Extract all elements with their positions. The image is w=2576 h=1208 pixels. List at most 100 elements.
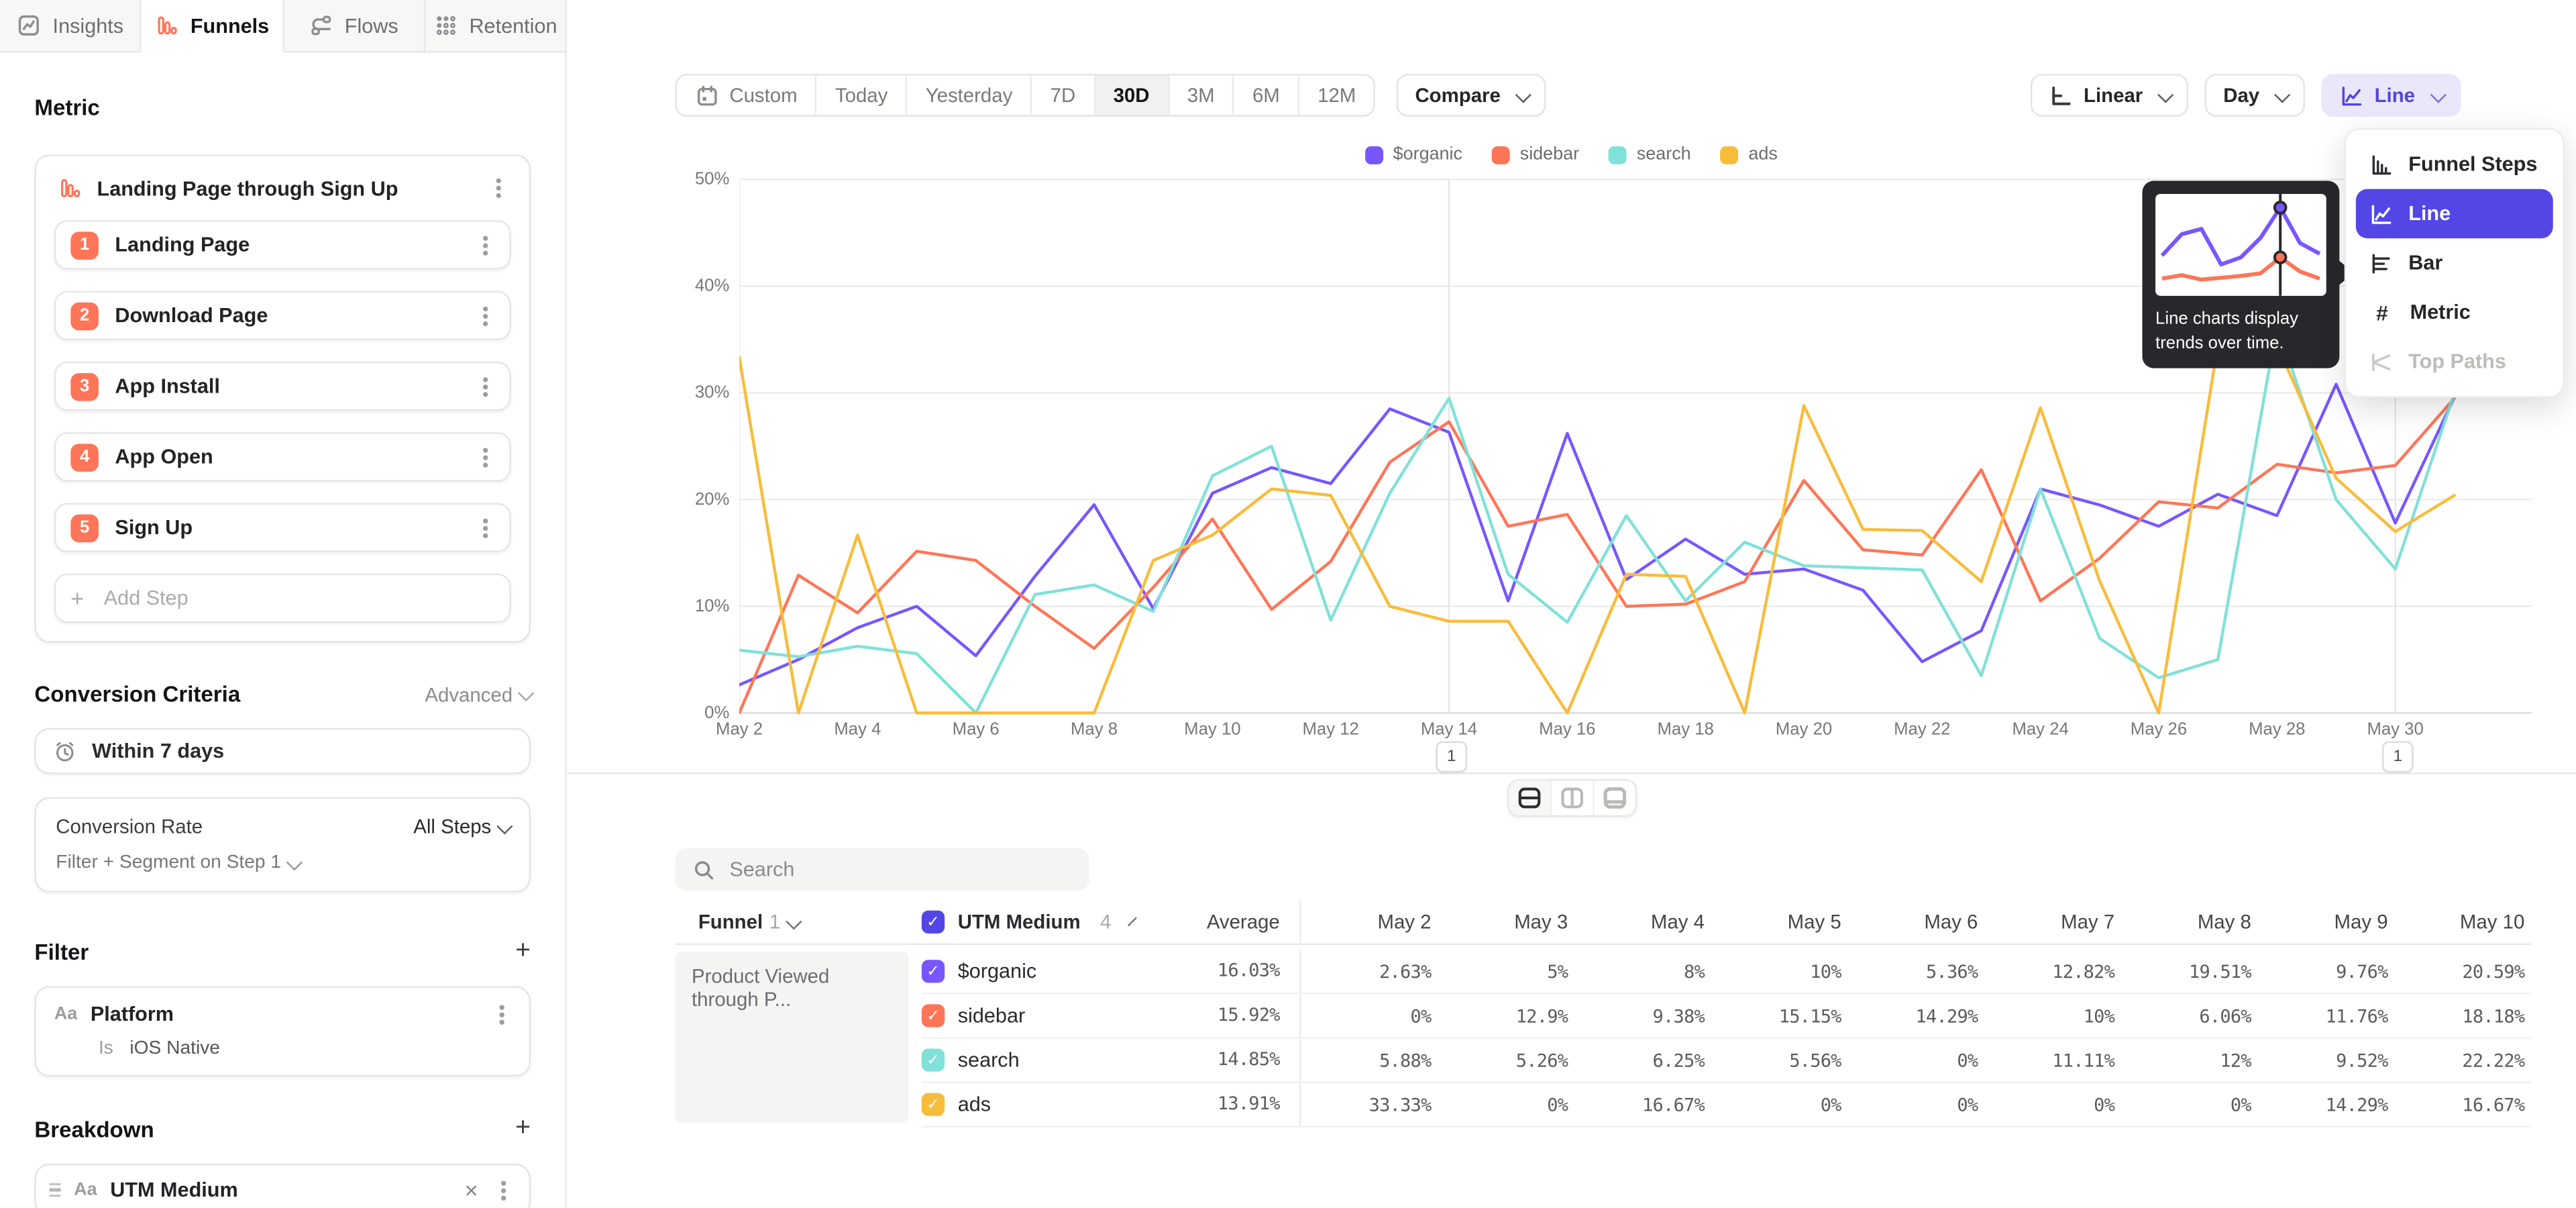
kebab-menu-icon[interactable] (501, 1187, 506, 1192)
annotation-marker-may-30[interactable]: 1 (2382, 741, 2414, 772)
select-all-checkbox[interactable]: ✓ (922, 911, 945, 934)
date-range-label: 7D (1051, 84, 1076, 107)
table-row-ads[interactable]: ✓ ads 13.91%33.33%0%16.67%0%0%0%0%14.29%… (922, 1083, 2532, 1127)
date-range-7d[interactable]: 7D (1032, 76, 1095, 115)
date-range-3m[interactable]: 3M (1169, 76, 1234, 115)
table-row-search[interactable]: ✓ search 14.85%5.88%5.26%6.25%5.56%0%11.… (922, 1039, 2532, 1083)
row-checkbox[interactable]: ✓ (922, 1004, 945, 1027)
y-axis-label: 50% (631, 170, 729, 189)
funnel-cell-column: Product Viewed through P... (676, 950, 922, 1127)
annotation-marker-may-14[interactable]: 1 (1436, 741, 1467, 772)
breakdown-column-header[interactable]: ✓ UTM Medium 4 (922, 911, 1078, 934)
layout-split-vertical-toggle[interactable] (1551, 781, 1594, 815)
legend-item-sidebar[interactable]: sidebar (1492, 145, 1579, 164)
chart-type-button[interactable]: Line (2322, 74, 2461, 117)
tab-flows[interactable]: Flows (283, 0, 425, 52)
menu-item-funnel-steps[interactable]: Funnel Steps (2356, 140, 2553, 189)
granularity-label: Day (2223, 84, 2259, 107)
filter-value[interactable]: iOS Native (129, 1039, 220, 1058)
legend-item-ads[interactable]: ads (1721, 145, 1778, 164)
metric-header[interactable]: Landing Page through Sign Up (54, 171, 511, 220)
row-checkbox[interactable]: ✓ (922, 1093, 945, 1116)
query-sidebar: Metric Landing Page through Sign Up 1 La… (0, 52, 567, 1208)
breakdown-header-label: UTM Medium (958, 911, 1081, 934)
tab-label: Retention (469, 14, 557, 37)
tab-retention[interactable]: Retention (425, 0, 567, 52)
date-range-today[interactable]: Today (817, 76, 908, 115)
menu-item-label: Funnel Steps (2408, 153, 2537, 176)
series-line-organic[interactable] (739, 385, 2455, 685)
row-day-value: 5% (1438, 960, 1574, 982)
menu-item-metric[interactable]: #Metric (2356, 288, 2553, 337)
funnel-column-header[interactable]: Funnel 1 (676, 911, 922, 934)
breakdown-property: UTM Medium (110, 1178, 451, 1201)
granularity-button[interactable]: Day (2205, 74, 2305, 117)
row-series-name: search (958, 1048, 1020, 1071)
menu-item-line[interactable]: Line (2356, 189, 2553, 238)
menu-item-bar[interactable]: Bar (2356, 238, 2553, 287)
day-column-header: May 9 (2258, 911, 2395, 934)
add-breakdown-button[interactable]: + (515, 1116, 531, 1142)
tab-funnels[interactable]: Funnels (142, 0, 283, 52)
row-average-value: 16.03% (1078, 950, 1301, 993)
date-range-custom[interactable]: Custom (677, 76, 817, 115)
row-day-value: 5.88% (1301, 1050, 1438, 1071)
row-day-value: 10% (1711, 960, 1848, 982)
kebab-menu-icon[interactable] (499, 1011, 504, 1016)
kebab-menu-icon[interactable] (483, 313, 488, 318)
tab-insights[interactable]: Insights (0, 0, 142, 52)
table-search-input[interactable]: Search (676, 848, 1089, 891)
chevron-down-icon (518, 685, 534, 701)
x-axis-label: May 8 (1042, 720, 1147, 740)
row-day-value: 18.18% (2394, 1005, 2531, 1027)
legend-item-organic[interactable]: $organic (1365, 145, 1462, 164)
x-axis-label: May 2 (687, 720, 792, 740)
kebab-menu-icon[interactable] (483, 454, 488, 459)
row-checkbox[interactable]: ✓ (922, 1048, 945, 1071)
compare-button[interactable]: Compare (1397, 74, 1547, 117)
funnel-step-1[interactable]: 1 Landing Page (54, 220, 511, 269)
date-range-6m[interactable]: 6M (1234, 76, 1299, 115)
step-number-badge: 3 (70, 372, 99, 401)
series-line-search[interactable] (739, 325, 2455, 713)
breakdown-card[interactable]: Aa UTM Medium × (34, 1164, 531, 1208)
conversion-rate-steps-dropdown[interactable]: All Steps (413, 815, 509, 838)
funnel-step-4[interactable]: 4 App Open (54, 432, 511, 481)
kebab-menu-icon[interactable] (483, 384, 488, 389)
series-line-ads[interactable] (739, 345, 2455, 713)
kebab-menu-icon[interactable] (483, 242, 488, 247)
legend-item-search[interactable]: search (1609, 145, 1691, 164)
conversion-rate-label: Conversion Rate (56, 815, 203, 838)
layout-split-horizontal-toggle[interactable] (1508, 781, 1551, 815)
date-range-yesterday[interactable]: Yesterday (908, 76, 1032, 115)
step-number-badge: 5 (70, 513, 99, 542)
funnel-step-3[interactable]: 3 App Install (54, 362, 511, 411)
date-range-30d[interactable]: 30D (1095, 76, 1169, 115)
step-label: App Install (115, 374, 460, 397)
drag-handle-icon[interactable] (49, 1183, 60, 1197)
table-row-organic[interactable]: ✓ $organic 16.03%2.63%5%8%10%5.36%12.82%… (922, 950, 2532, 995)
layout-bottom-panel-toggle[interactable] (1594, 781, 1635, 815)
add-filter-button[interactable]: + (515, 938, 531, 964)
kebab-menu-icon[interactable] (483, 525, 488, 530)
top-paths-icon (2369, 349, 2394, 374)
funnel-step-2[interactable]: 2 Download Page (54, 291, 511, 340)
row-average-value: 14.85% (1078, 1039, 1301, 1082)
filter-operator[interactable]: Is (99, 1039, 113, 1058)
kebab-menu-icon[interactable] (496, 186, 501, 191)
table-row-sidebar[interactable]: ✓ sidebar 15.92%0%12.9%9.38%15.15%14.29%… (922, 995, 2532, 1039)
filter-segment-dropdown[interactable]: Filter + Segment on Step 1 (56, 853, 509, 872)
remove-breakdown-icon[interactable]: × (465, 1178, 478, 1201)
add-step-button[interactable]: + Add Step (54, 574, 511, 623)
scale-button[interactable]: Linear (2031, 74, 2189, 117)
filter-property[interactable]: Platform (91, 1003, 480, 1025)
conversion-window-button[interactable]: Within 7 days (34, 728, 531, 774)
date-range-12m[interactable]: 12M (1299, 76, 1374, 115)
row-day-value: 15.15% (1711, 1005, 1848, 1027)
funnel-step-5[interactable]: 5 Sign Up (54, 503, 511, 552)
funnel-name-cell[interactable]: Product Viewed through P... (676, 952, 909, 1123)
row-average-value: 15.92% (1078, 995, 1301, 1038)
row-checkbox[interactable]: ✓ (922, 960, 945, 983)
advanced-dropdown[interactable]: Advanced (425, 683, 531, 706)
line-chart-icon (2340, 83, 2365, 108)
